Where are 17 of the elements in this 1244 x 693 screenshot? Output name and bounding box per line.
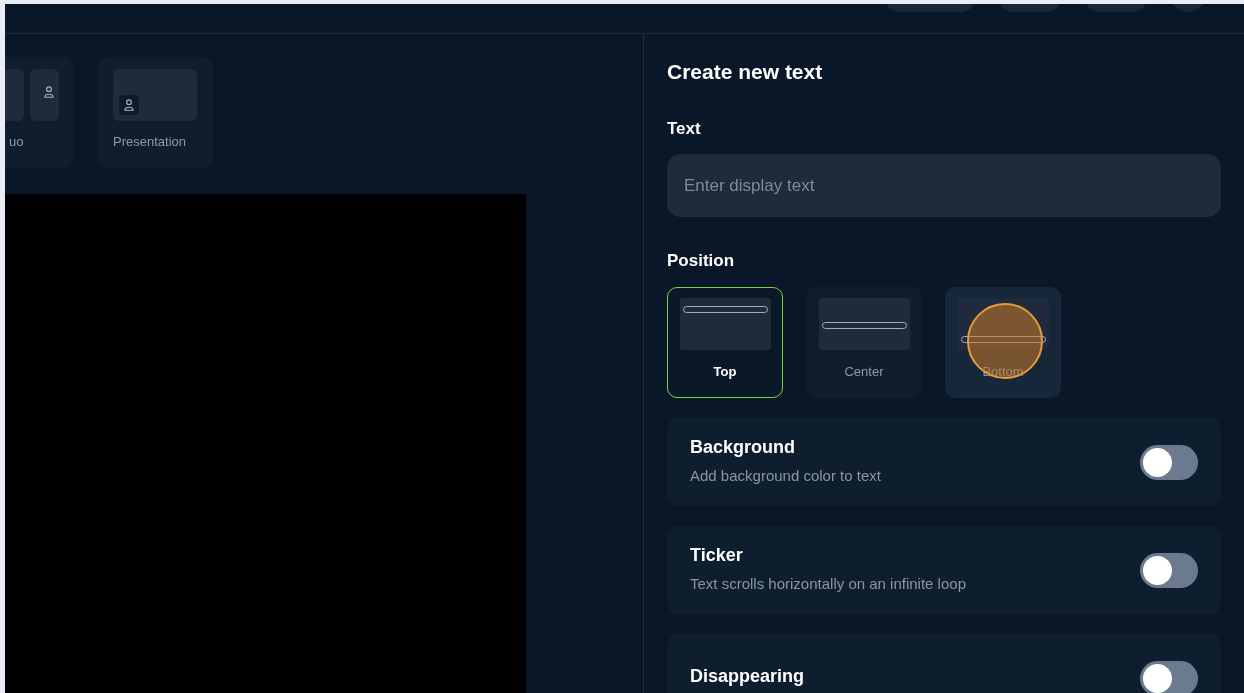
position-option[interactable]: Top bbox=[667, 287, 783, 398]
layout-card[interactable]: uo bbox=[5, 57, 74, 168]
toggle-switch[interactable] bbox=[1140, 444, 1198, 480]
field-label: Position bbox=[667, 251, 736, 271]
option-description: Add background color to text bbox=[690, 466, 881, 484]
position-option[interactable]: Center bbox=[806, 287, 922, 398]
option-title: Ticker bbox=[690, 544, 744, 566]
option-description: Text scrolls horizontally on an infinite loop bbox=[690, 574, 966, 592]
person-icon bbox=[42, 85, 56, 99]
toggle-switch[interactable] bbox=[1140, 660, 1198, 693]
layout-card[interactable]: Presentation bbox=[98, 57, 213, 168]
option-title: Background bbox=[690, 436, 796, 458]
toggle-switch[interactable] bbox=[1140, 552, 1198, 588]
option-title: Disappearing bbox=[690, 665, 805, 687]
panel-title: Create new text bbox=[667, 60, 824, 84]
text-input-field[interactable]: Enter display text bbox=[667, 154, 1221, 217]
field-label: Text bbox=[667, 119, 702, 139]
